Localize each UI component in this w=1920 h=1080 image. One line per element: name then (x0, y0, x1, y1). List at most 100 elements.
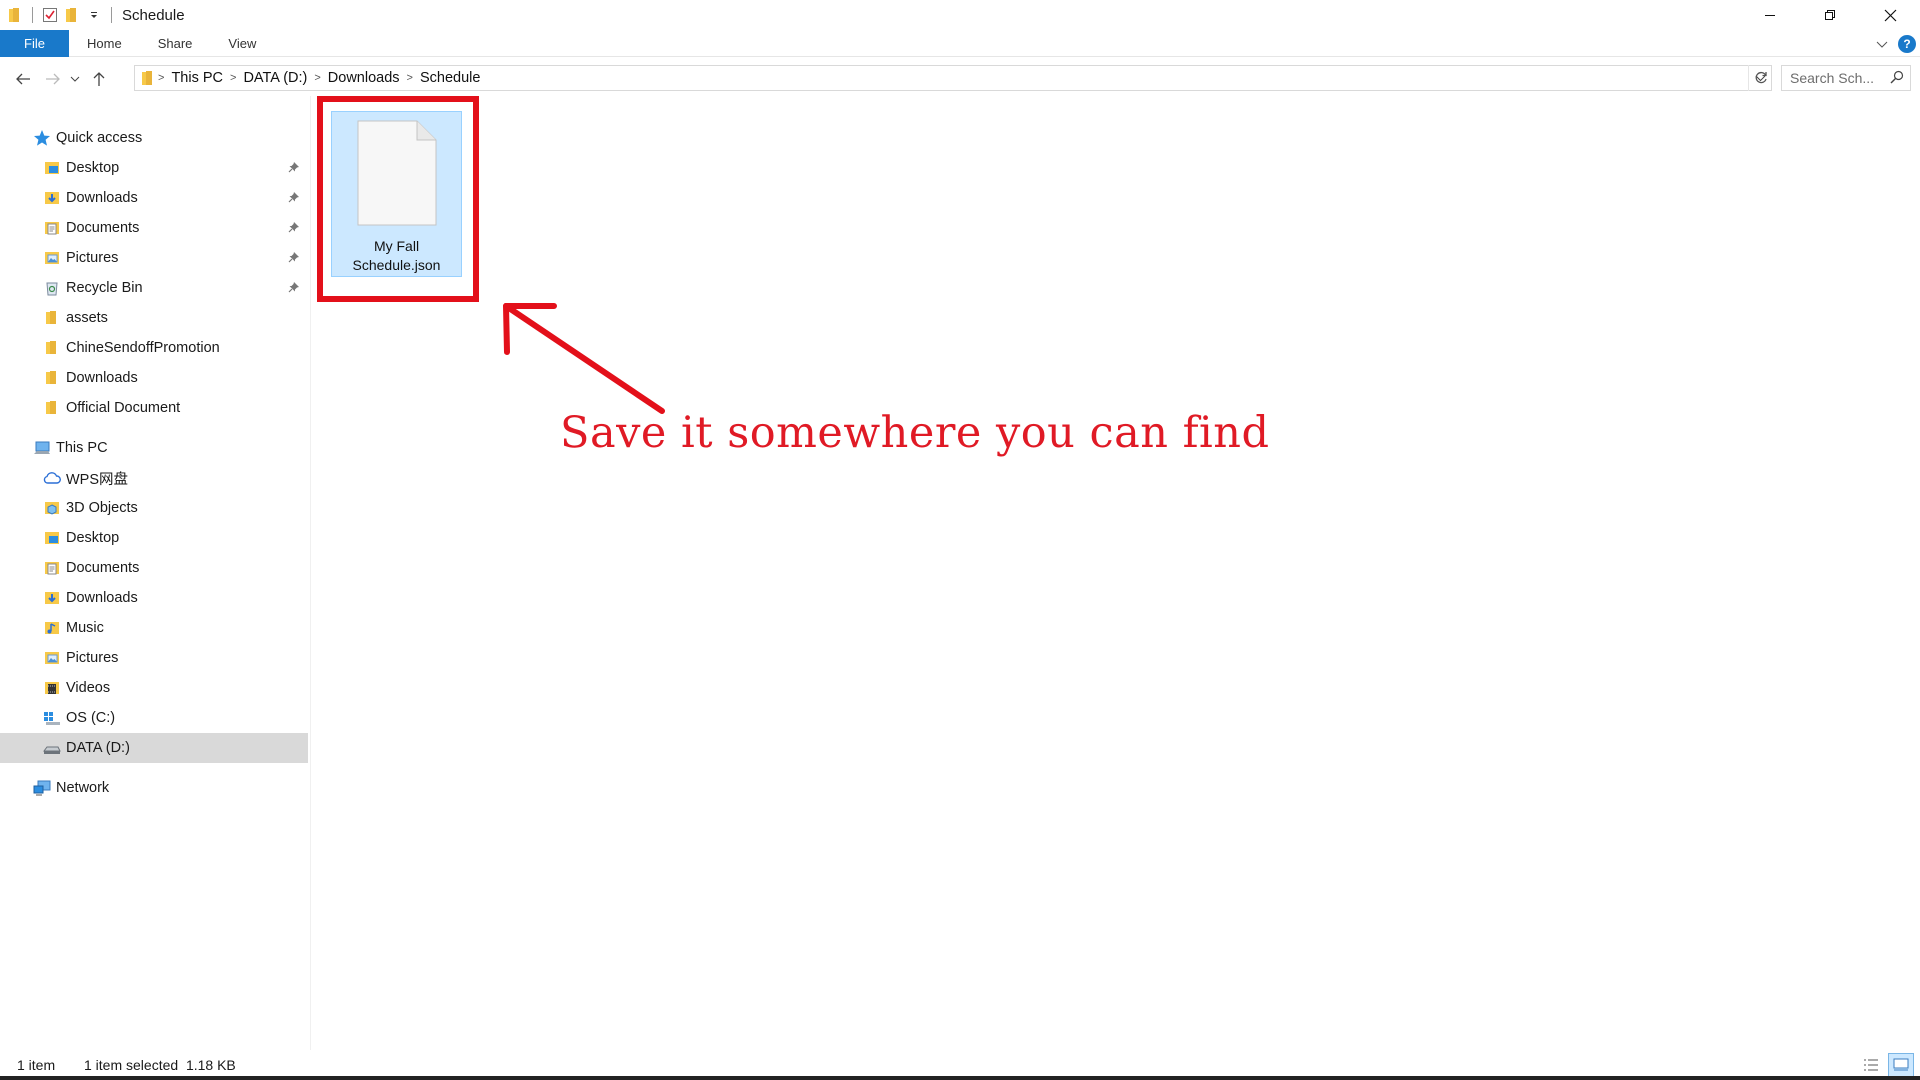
sidebar-item-official-document[interactable]: Official Document (0, 393, 308, 423)
network-icon (32, 778, 52, 798)
sidebar-item-pc-documents[interactable]: Documents (0, 553, 308, 583)
sidebar-item-recycle-bin[interactable]: Recycle Bin (0, 273, 308, 303)
recent-locations-chevron-icon[interactable] (66, 66, 84, 92)
pin-icon[interactable] (288, 161, 300, 177)
sidebar-item-videos[interactable]: Videos (0, 673, 308, 703)
folder-icon (42, 308, 62, 328)
folder-icon (42, 398, 62, 418)
desktop-folder-icon (42, 158, 62, 178)
customize-toolbar-chevron-icon[interactable] (83, 4, 105, 26)
address-bar[interactable]: > This PC > DATA (D:) > Downloads > Sche… (134, 65, 1772, 91)
sidebar-item-label: Pictures (66, 650, 119, 666)
refresh-icon[interactable] (1748, 65, 1772, 91)
help-button[interactable]: ? (1898, 34, 1916, 53)
folder-app-icon (4, 4, 26, 26)
tab-share[interactable]: Share (140, 30, 211, 57)
sidebar-item-network[interactable]: Network (0, 773, 308, 803)
breadcrumb-separator[interactable]: > (227, 72, 239, 84)
sidebar-item-label: WPS网盘 (66, 471, 129, 488)
cloud-icon (42, 468, 62, 488)
sidebar-item-label: Documents (66, 220, 140, 236)
large-icons-view-icon[interactable] (1888, 1053, 1914, 1077)
search-icon (1890, 70, 1904, 87)
computer-icon (32, 438, 52, 458)
sidebar-item-quick-access[interactable]: Quick access (0, 123, 308, 153)
pin-icon[interactable] (288, 281, 300, 297)
search-input[interactable]: Search Sch... (1781, 65, 1911, 91)
sidebar-item-label: This PC (56, 440, 108, 456)
breadcrumb-separator[interactable]: > (404, 72, 416, 84)
breadcrumb-this-pc[interactable]: This PC (167, 66, 227, 90)
back-arrow-icon[interactable] (10, 66, 36, 92)
sidebar-item-label: Recycle Bin (66, 280, 143, 296)
search-placeholder: Search Sch... (1790, 70, 1875, 86)
documents-folder-icon (42, 558, 62, 578)
breadcrumb-separator[interactable]: > (311, 72, 323, 84)
new-folder-icon[interactable] (61, 4, 83, 26)
sidebar-item-os-drive[interactable]: OS (C:) (0, 703, 308, 733)
documents-folder-icon (42, 218, 62, 238)
window-controls (1740, 0, 1920, 30)
expand-ribbon-chevron-icon[interactable] (1876, 36, 1888, 52)
sidebar-item-label: Downloads (66, 190, 138, 206)
windows-drive-icon (42, 708, 62, 728)
downloads-folder-icon (42, 588, 62, 608)
sidebar-item-documents[interactable]: Documents (0, 213, 308, 243)
pin-icon[interactable] (288, 191, 300, 207)
folder-icon (42, 368, 62, 388)
close-button[interactable] (1860, 0, 1920, 30)
navigation-pane: Quick access Desktop Downloads Documents (0, 118, 310, 1048)
sidebar-item-chinesendoffpromotion[interactable]: ChineSendoffPromotion (0, 333, 308, 363)
file-list-view[interactable]: My Fall Schedule.json Save it somewhere … (312, 96, 1920, 1050)
pin-icon[interactable] (288, 251, 300, 267)
sidebar-item-downloads-folder[interactable]: Downloads (0, 363, 308, 393)
tab-file[interactable]: File (0, 29, 69, 57)
selection-info: 1 item selected 1.18 KB (84, 1057, 236, 1073)
sidebar-item-label: OS (C:) (66, 710, 116, 726)
sidebar-item-label: DATA (D:) (66, 740, 130, 756)
sidebar-item-assets[interactable]: assets (0, 303, 308, 333)
title-bar: Schedule (0, 0, 1920, 30)
up-arrow-icon[interactable] (86, 66, 112, 92)
tab-home[interactable]: Home (69, 30, 140, 57)
sidebar-item-music[interactable]: Music (0, 613, 308, 643)
breadcrumb-downloads[interactable]: Downloads (324, 66, 404, 90)
pin-icon[interactable] (288, 221, 300, 237)
details-view-icon[interactable] (1858, 1053, 1884, 1077)
properties-icon[interactable] (39, 4, 61, 26)
sidebar-item-pc-pictures[interactable]: Pictures (0, 643, 308, 673)
recycle-bin-icon (42, 278, 62, 298)
breadcrumb-data-drive[interactable]: DATA (D:) (239, 66, 311, 90)
sidebar-item-3d-objects[interactable]: 3D Objects (0, 493, 308, 523)
annotation-highlight-box (317, 96, 479, 302)
sidebar-item-label: assets (66, 310, 108, 326)
sidebar-item-label: Downloads (66, 590, 138, 606)
sidebar-item-label: Desktop (66, 530, 120, 546)
sidebar-item-wps-cloud[interactable]: WPS网盘 (0, 463, 308, 493)
sidebar-item-data-drive[interactable]: DATA (D:) (0, 733, 308, 763)
breadcrumb-schedule[interactable]: Schedule (416, 66, 484, 90)
folder-location-icon (141, 70, 155, 86)
music-folder-icon (42, 618, 62, 638)
restore-button[interactable] (1800, 0, 1860, 30)
forward-arrow-icon[interactable] (40, 66, 66, 92)
pane-divider[interactable] (310, 96, 311, 1050)
sidebar-item-downloads[interactable]: Downloads (0, 183, 308, 213)
sidebar-item-pc-desktop[interactable]: Desktop (0, 523, 308, 553)
sidebar-item-label: Pictures (66, 250, 119, 266)
tab-view[interactable]: View (210, 30, 274, 57)
sidebar-item-label: Quick access (56, 130, 143, 146)
desktop-folder-icon (42, 528, 62, 548)
sidebar-item-this-pc[interactable]: This PC (0, 433, 308, 463)
item-count: 1 item (17, 1057, 56, 1073)
window-title: Schedule (122, 6, 185, 24)
star-icon (32, 128, 52, 148)
folder-icon (42, 338, 62, 358)
sidebar-item-pictures[interactable]: Pictures (0, 243, 308, 273)
sidebar-item-label: Downloads (66, 370, 138, 386)
sidebar-item-label: Documents (66, 560, 140, 576)
sidebar-item-pc-downloads[interactable]: Downloads (0, 583, 308, 613)
breadcrumb-separator[interactable]: > (155, 72, 167, 84)
sidebar-item-desktop[interactable]: Desktop (0, 153, 308, 183)
minimize-button[interactable] (1740, 0, 1800, 30)
